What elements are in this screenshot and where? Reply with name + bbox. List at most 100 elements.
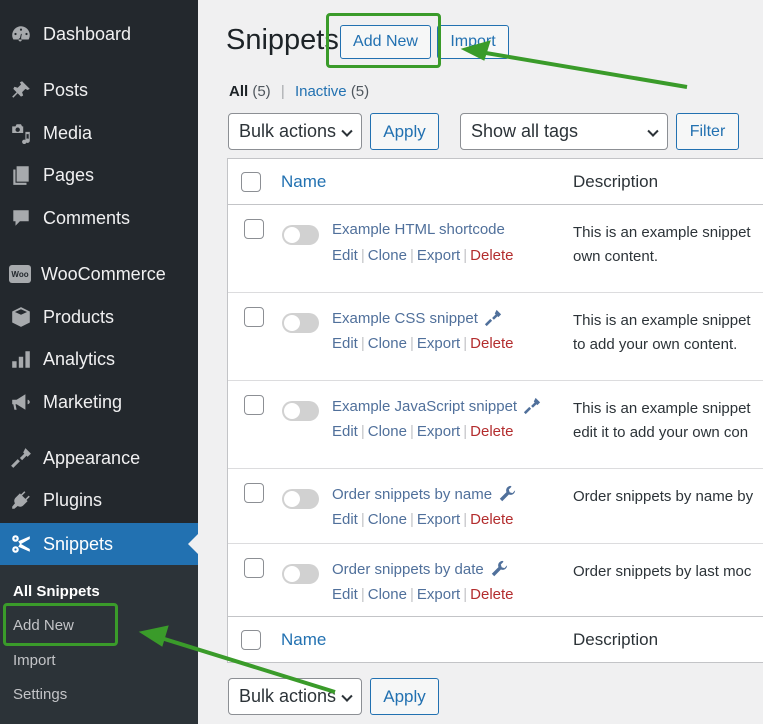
status-filter-links: All (5) | Inactive (5) — [229, 83, 369, 100]
delete-link[interactable]: Delete — [470, 335, 513, 352]
bulk-actions-value: Bulk actions — [239, 686, 337, 706]
chevron-down-icon — [647, 125, 659, 137]
table-row: Example HTML shortcode Edit | Clone | Export… — [228, 205, 763, 293]
paintbrush-icon — [484, 309, 502, 327]
export-link[interactable]: Export — [417, 586, 460, 603]
description-line: Order snippets by last moc — [573, 563, 752, 580]
wrench-icon — [490, 560, 508, 578]
activation-toggle[interactable] — [282, 489, 319, 509]
clone-link[interactable]: Clone — [368, 511, 407, 528]
active-menu-pointer — [188, 534, 198, 554]
filter-inactive[interactable]: Inactive — [295, 83, 347, 100]
sidebar-item-pages[interactable]: Pages — [0, 155, 198, 195]
admin-sidebar: Dashboard Posts Media Pages Comments Woo… — [0, 0, 198, 724]
pushpin-icon — [9, 78, 33, 102]
column-description-header: Description — [573, 171, 659, 191]
filter-button[interactable]: Filter — [676, 113, 739, 150]
delete-link[interactable]: Delete — [470, 247, 513, 264]
comment-bubble-icon — [9, 206, 33, 230]
bulk-actions-select-top[interactable]: Bulk actions — [228, 113, 362, 150]
bulk-actions-select-bottom[interactable]: Bulk actions — [228, 678, 362, 715]
activation-toggle[interactable] — [282, 564, 319, 584]
export-link[interactable]: Export — [417, 335, 460, 352]
delete-link[interactable]: Delete — [470, 423, 513, 440]
row-checkbox[interactable] — [244, 483, 264, 503]
table-header: Name Description — [228, 159, 763, 205]
apply-button-top[interactable]: Apply — [370, 113, 439, 150]
snippet-name-link[interactable]: Example JavaScript snippet — [332, 397, 541, 415]
edit-link[interactable]: Edit — [332, 247, 358, 264]
edit-link[interactable]: Edit — [332, 423, 358, 440]
add-new-button[interactable]: Add New — [340, 25, 431, 59]
submenu-add-new[interactable]: Add New — [13, 617, 74, 634]
activation-toggle[interactable] — [282, 225, 319, 245]
row-checkbox[interactable] — [244, 307, 264, 327]
snippet-description: This is an example snippet own content. — [573, 221, 763, 269]
separator: | — [360, 511, 365, 528]
snippet-name-link[interactable]: Example HTML shortcode — [332, 221, 505, 238]
apply-button-bottom[interactable]: Apply — [370, 678, 439, 715]
megaphone-icon — [9, 390, 33, 414]
export-link[interactable]: Export — [417, 511, 460, 528]
submenu-import[interactable]: Import — [13, 652, 56, 669]
tags-select[interactable]: Show all tags — [460, 113, 668, 150]
select-all-checkbox-footer[interactable] — [241, 629, 261, 650]
separator: | — [463, 247, 468, 264]
row-checkbox[interactable] — [244, 395, 264, 415]
sidebar-item-label: Pages — [43, 164, 95, 185]
export-link[interactable]: Export — [417, 247, 460, 264]
separator: | — [463, 586, 468, 603]
edit-link[interactable]: Edit — [332, 586, 358, 603]
sidebar-item-posts[interactable]: Posts — [0, 70, 198, 110]
sidebar-item-label: Plugins — [43, 489, 103, 510]
snippet-name: Example HTML shortcode — [332, 221, 505, 238]
sidebar-item-plugins[interactable]: Plugins — [0, 480, 198, 520]
activation-toggle[interactable] — [282, 401, 319, 421]
description-line: This is an example snippet — [573, 224, 751, 241]
submenu-all-snippets[interactable]: All Snippets — [13, 583, 100, 600]
column-description-footer: Description — [573, 629, 659, 649]
import-button[interactable]: Import — [437, 25, 509, 59]
column-name-header[interactable]: Name — [281, 172, 326, 192]
clone-link[interactable]: Clone — [368, 247, 407, 264]
sidebar-item-appearance[interactable]: Appearance — [0, 438, 198, 478]
edit-link[interactable]: Edit — [332, 335, 358, 352]
sidebar-item-label: Comments — [43, 207, 131, 228]
delete-link[interactable]: Delete — [470, 511, 513, 528]
select-all-checkbox[interactable] — [241, 171, 261, 192]
separator: | — [409, 247, 414, 264]
description-line: This is an example snippet — [573, 400, 751, 417]
filter-all[interactable]: All — [229, 83, 248, 100]
snippet-name-link[interactable]: Example CSS snippet — [332, 309, 502, 327]
sidebar-item-analytics[interactable]: Analytics — [0, 339, 198, 379]
sidebar-item-dashboard[interactable]: Dashboard — [0, 14, 198, 54]
row-checkbox[interactable] — [244, 558, 264, 578]
export-link[interactable]: Export — [417, 423, 460, 440]
separator: | — [463, 423, 468, 440]
sidebar-item-media[interactable]: Media — [0, 113, 198, 153]
column-name-footer[interactable]: Name — [281, 630, 326, 650]
sidebar-item-marketing[interactable]: Marketing — [0, 382, 198, 422]
clone-link[interactable]: Clone — [368, 335, 407, 352]
clone-link[interactable]: Clone — [368, 423, 407, 440]
sidebar-item-label: Appearance — [43, 447, 141, 468]
activation-toggle[interactable] — [282, 313, 319, 333]
sidebar-item-snippets[interactable]: Snippets — [0, 523, 198, 565]
sidebar-item-label: Media — [43, 122, 93, 143]
sidebar-item-comments[interactable]: Comments — [0, 198, 198, 238]
sidebar-item-products[interactable]: Products — [0, 297, 198, 337]
snippet-name-link[interactable]: Order snippets by date — [332, 560, 508, 578]
snippet-name-link[interactable]: Order snippets by name — [332, 485, 516, 503]
description-line: own content. — [573, 248, 659, 265]
table-row: Example CSS snippet Edit | Clone | Export | De… — [228, 293, 763, 381]
sidebar-item-label: Snippets — [43, 533, 114, 554]
submenu-settings[interactable]: Settings — [13, 686, 67, 703]
row-actions: Edit | Clone | Export | Delete — [332, 586, 514, 603]
row-checkbox[interactable] — [244, 219, 264, 239]
clone-link[interactable]: Clone — [368, 586, 407, 603]
row-actions: Edit | Clone | Export | Delete — [332, 423, 514, 440]
row-actions: Edit | Clone | Export | Delete — [332, 511, 514, 528]
edit-link[interactable]: Edit — [332, 511, 358, 528]
delete-link[interactable]: Delete — [470, 586, 513, 603]
sidebar-item-woocommerce[interactable]: Woo WooCommerce — [0, 254, 198, 294]
